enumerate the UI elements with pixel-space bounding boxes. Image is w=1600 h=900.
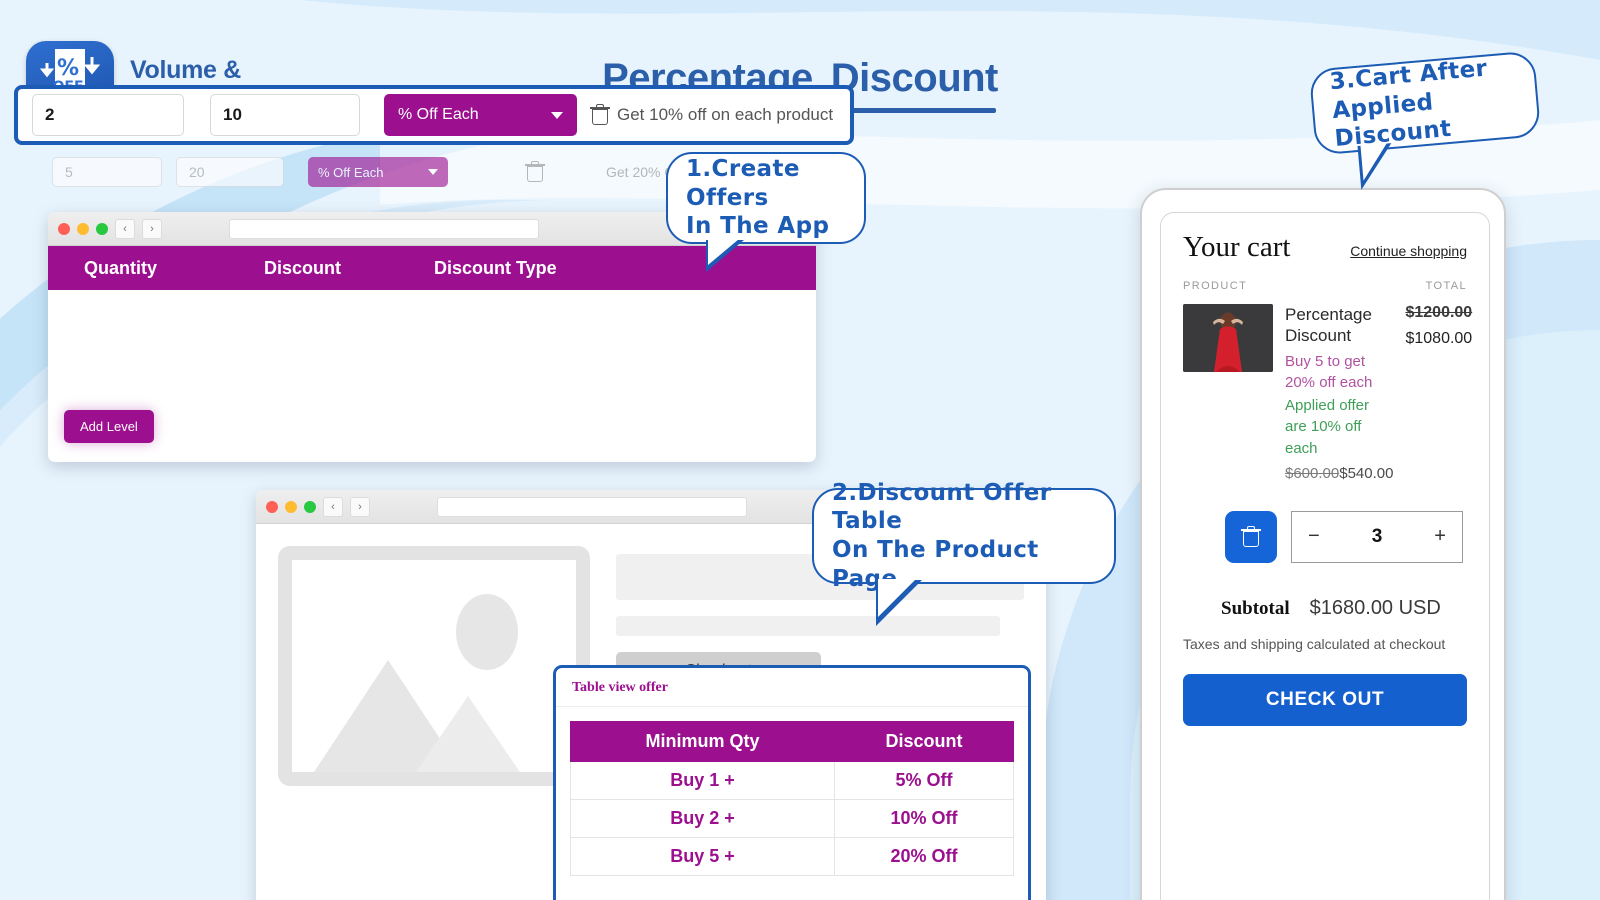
cart-column-labels: PRODUCT TOTAL	[1183, 280, 1467, 292]
callout-tail-inner	[708, 239, 739, 265]
placeholder-sun-shape	[456, 594, 518, 670]
continue-shopping-link[interactable]: Continue shopping	[1350, 243, 1467, 259]
increase-quantity-button[interactable]: +	[1434, 525, 1446, 548]
back-nav-icon[interactable]: ‹	[323, 496, 343, 517]
cart-quantity-controls: − 3 +	[1225, 510, 1467, 563]
offer-qty-2: Buy 2 +	[570, 799, 835, 838]
cart-item-name: Percentage Discount	[1285, 305, 1372, 346]
discount-level-row-1: 2 10 % Off Each Get 10% off on each prod…	[14, 85, 854, 145]
cart-header: Your cart Continue shopping	[1183, 231, 1467, 264]
offer-discount-1: 5% Off	[833, 761, 1015, 800]
table-view-offer-card: Table view offer Minimum Qty Discount Bu…	[553, 665, 1031, 900]
callout-1: 1.Create Offers In The App	[666, 152, 866, 272]
cart-col-total: TOTAL	[1425, 280, 1467, 292]
quantity-stepper: − 3 +	[1291, 510, 1463, 563]
callout-1-line-2: In The App	[686, 213, 830, 240]
discount-type-select-1[interactable]: % Off Each	[384, 94, 577, 136]
page-title-part-2: Discount	[830, 56, 998, 113]
image-placeholder-icon	[278, 546, 590, 786]
product-thumbnail[interactable]	[1183, 304, 1273, 372]
chevron-down-icon	[428, 169, 438, 175]
callout-tail-inner	[1360, 142, 1391, 181]
address-bar[interactable]	[229, 218, 539, 239]
offer-table: Minimum Qty Discount Buy 1 + 5% Off Buy …	[570, 721, 1015, 876]
close-window-dot[interactable]	[266, 500, 278, 513]
maximize-window-dot[interactable]	[304, 500, 316, 513]
table-row: Buy 1 + 5% Off	[570, 761, 1015, 800]
quantity-input-1[interactable]: 2	[32, 94, 184, 136]
trash-icon[interactable]	[590, 104, 610, 125]
cart-item-total-old: $1200.00	[1405, 304, 1473, 321]
cart-line-item: Percentage Discount Buy 5 to get 20% off…	[1183, 304, 1472, 485]
forward-nav-icon[interactable]: ›	[142, 218, 162, 239]
cart-item-offer-note: Buy 5 to get 20% off each	[1285, 352, 1373, 391]
cart-item-unit-price: $600.00$540.00	[1285, 463, 1393, 485]
offer-col-discount: Discount	[833, 721, 1015, 762]
offer-discount-2: 10% Off	[833, 799, 1015, 838]
address-bar[interactable]	[437, 496, 747, 517]
minimize-window-dot[interactable]	[77, 222, 89, 235]
placeholder-mountain-shape-2	[412, 696, 524, 772]
chevron-down-icon	[551, 111, 563, 119]
forward-nav-icon[interactable]: ›	[350, 496, 370, 517]
cart-item-unit-price-old: $600.00	[1285, 464, 1340, 482]
cart-item-totals: $1200.00 $1080.00	[1405, 304, 1472, 485]
minimize-window-dot[interactable]	[285, 500, 297, 513]
cart-col-product: PRODUCT	[1183, 280, 1248, 292]
cart-item-details: Percentage Discount Buy 5 to get 20% off…	[1285, 304, 1393, 485]
levels-table-header: Quantity Discount Discount Type	[48, 246, 816, 290]
cart-checkout-button[interactable]: CHECK OUT	[1183, 673, 1467, 726]
offer-discount-3: 20% Off	[833, 837, 1015, 876]
offer-qty-3: Buy 5 +	[570, 837, 835, 876]
trash-icon[interactable]	[525, 161, 545, 182]
offer-card-title: Table view offer	[556, 668, 1028, 707]
cart-subtotal-row: Subtotal $1680.00 USD	[1221, 597, 1467, 620]
cart-item-total-new: $1080.00	[1405, 330, 1473, 347]
quantity-value[interactable]: 3	[1372, 526, 1383, 548]
callout-tail-inner	[878, 579, 916, 617]
table-row: Buy 5 + 20% Off	[570, 837, 1015, 876]
cart-panel: Your cart Continue shopping PRODUCT TOTA…	[1160, 212, 1490, 900]
discount-input-2[interactable]: 20	[176, 157, 284, 187]
subtotal-label: Subtotal	[1221, 597, 1290, 619]
callout-1-line-1: 1.Create Offers	[686, 155, 800, 211]
column-header-discount: Discount	[264, 257, 342, 278]
offers-app-window: ‹ › Quantity Discount Discount Type	[48, 212, 816, 462]
offer-qty-1: Buy 1 +	[570, 761, 835, 800]
maximize-window-dot[interactable]	[96, 222, 108, 235]
offer-table-header-row: Minimum Qty Discount	[570, 721, 1015, 762]
subtotal-value: $1680.00 USD	[1309, 596, 1441, 619]
level-hint-text-1: Get 10% off on each product	[617, 105, 834, 124]
callout-2: 2.Discount Offer Table On The Product Pa…	[812, 480, 1116, 626]
quantity-input-2[interactable]: 5	[52, 157, 162, 187]
cart-heading: Your cart	[1183, 231, 1291, 263]
callout-2-line-1: 2.Discount Offer Table	[832, 479, 1052, 535]
discount-type-select-2[interactable]: % Off Each	[308, 157, 448, 187]
tax-shipping-note: Taxes and shipping calculated at checkou…	[1183, 635, 1446, 652]
remove-item-button[interactable]	[1225, 510, 1277, 563]
back-nav-icon[interactable]: ‹	[115, 218, 135, 239]
column-header-quantity: Quantity	[84, 257, 158, 278]
add-level-button[interactable]: Add Level	[64, 410, 154, 443]
table-row: Buy 2 + 10% Off	[570, 799, 1015, 838]
decrease-quantity-button[interactable]: −	[1308, 525, 1320, 548]
close-window-dot[interactable]	[58, 222, 70, 235]
level-hint-1: Get 10% off on each product	[590, 104, 834, 125]
discount-type-value-2: % Off Each	[318, 164, 384, 180]
column-header-discount-type: Discount Type	[434, 257, 557, 278]
cart-item-unit-price-new: $540.00	[1339, 464, 1394, 482]
cart-item-applied-note: Applied offer are 10% off each	[1285, 397, 1369, 457]
discount-input-1[interactable]: 10	[210, 94, 360, 136]
discount-type-value-1: % Off Each	[398, 106, 479, 123]
offer-col-min-qty: Minimum Qty	[570, 721, 835, 762]
trash-icon	[1241, 525, 1261, 547]
placeholder-bar-text	[616, 616, 1000, 636]
callout-2-line-2: On The Product Page	[832, 537, 1039, 592]
